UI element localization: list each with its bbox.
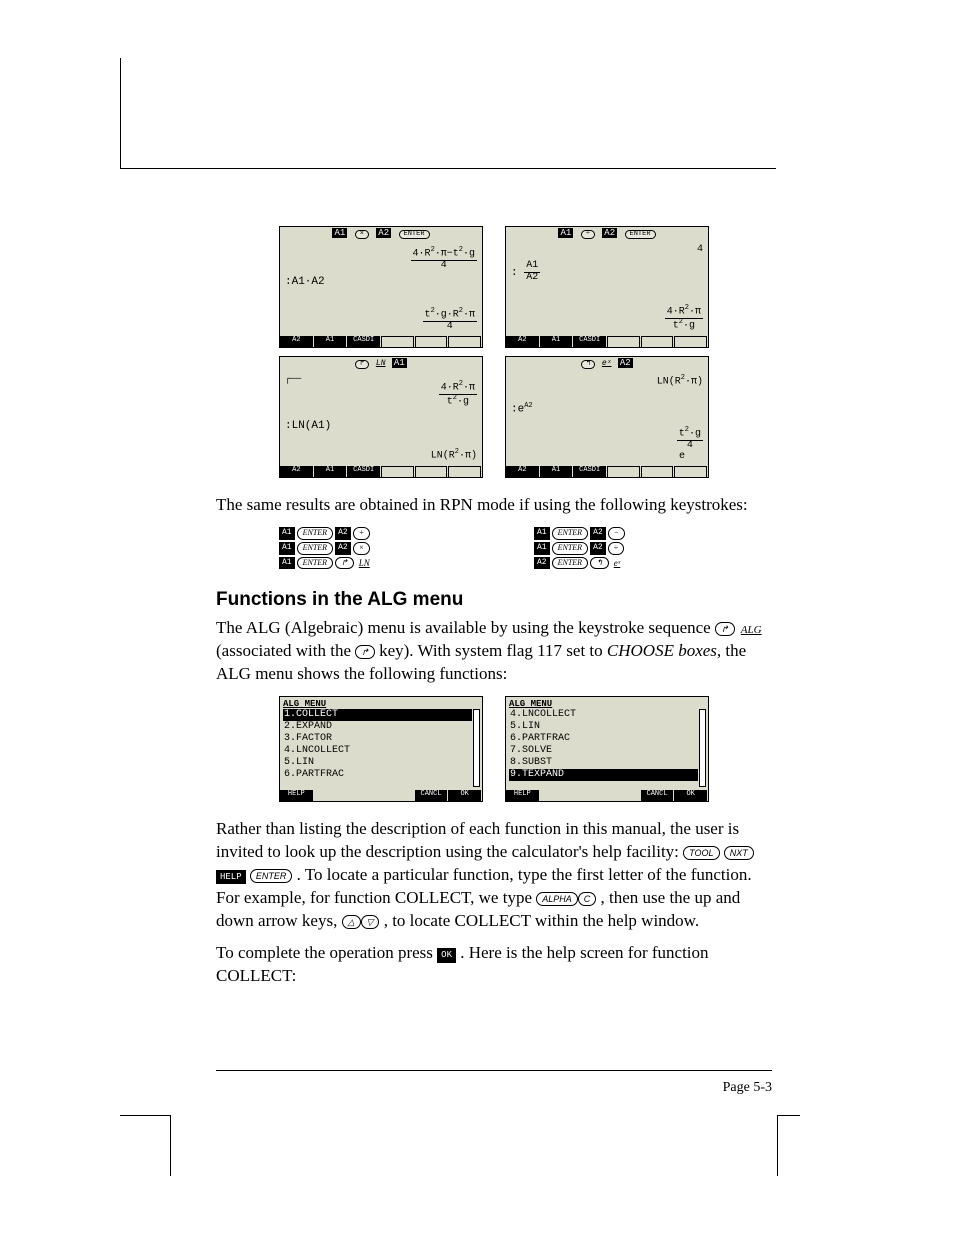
help-softkey-icon: HELP [216, 870, 246, 884]
rpn-keystroke-table: A1ENTERA2+ A1ENTERA2− A1ENTERA2× A1ENTER… [279, 527, 709, 569]
help-facility-para: Rather than listing the description of e… [216, 818, 772, 933]
alg-menu-left: ALG MENU 1.COLLECT2.EXPAND3.FACTOR4.LNCO… [279, 696, 483, 802]
enter-key-icon: ENTER [250, 869, 293, 883]
crop-mark-br [777, 1115, 800, 1176]
nxt-key-icon: NXT [724, 846, 754, 860]
section-heading: Functions in the ALG menu [216, 587, 772, 613]
calc-screen-div: A1 ÷ A2 ENTER : A1A2 4 4·R2·πt2·g A2A1CA… [505, 226, 709, 348]
crop-mark-bl [120, 1115, 171, 1176]
alpha-key-icon: ALPHA [536, 892, 578, 906]
tool-key-icon: TOOL [683, 846, 719, 860]
calc-screenshot-grid: A1 × A2 ENTER :A1·A2 4·R2·π−t2·g4 t2·g·R… [279, 226, 709, 478]
c-key-icon: C [578, 892, 597, 906]
calc-screen-ln: ↱ LN A1 ┌── :LN(A1) 4·R2·πt2·g LN(R2·π) … [279, 356, 483, 478]
up-arrow-key-icon: △ [342, 915, 361, 929]
crop-mark-top [120, 58, 776, 169]
footer-rule [216, 1070, 772, 1071]
rpn-intro-text: The same results are obtained in RPN mod… [216, 494, 772, 517]
calc-screen-exp: ↰ eˣ A2 :eA2 LN(R2·π) t2·g4e A2A1CASDI [505, 356, 709, 478]
alg-intro-para: The ALG (Algebraic) menu is available by… [216, 617, 772, 686]
page-content: A1 × A2 ENTER :A1·A2 4·R2·π−t2·g4 t2·g·R… [216, 226, 772, 998]
alg-key-label: ALG [739, 624, 764, 636]
ok-softkey-icon: OK [437, 948, 456, 962]
alg-menu-right: ALG MENU 4.LNCOLLECT5.LIN6.PARTFRAC7.SOL… [505, 696, 709, 802]
right-shift-key-icon: ↱ [715, 622, 735, 636]
page-number: Page 5-3 [723, 1080, 772, 1096]
alg-menu-screenshots: ALG MENU 1.COLLECT2.EXPAND3.FACTOR4.LNCO… [279, 696, 709, 802]
down-arrow-key-icon: ▽ [361, 915, 380, 929]
complete-op-para: To complete the operation press OK . Her… [216, 942, 772, 988]
right-shift-key-icon: ↱ [355, 645, 375, 659]
calc-screen-mul: A1 × A2 ENTER :A1·A2 4·R2·π−t2·g4 t2·g·R… [279, 226, 483, 348]
